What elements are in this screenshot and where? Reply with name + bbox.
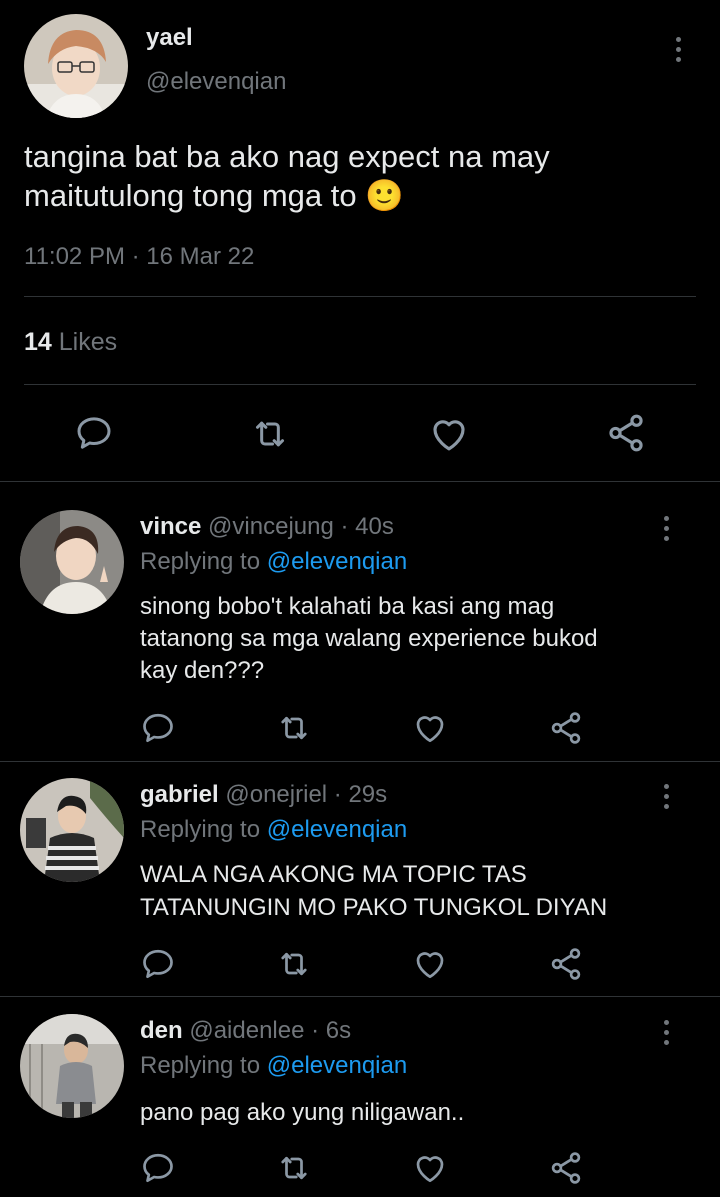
more-options-icon[interactable]: [661, 516, 671, 541]
replying-to: Replying to @elevenqian: [140, 548, 407, 576]
replying-to-label: Replying to: [140, 816, 261, 843]
divider: [0, 481, 720, 482]
replying-to-link[interactable]: @elevenqian: [267, 548, 407, 575]
reply-icon[interactable]: [74, 413, 114, 453]
reply-header: den @aidenlee · 6s: [140, 1017, 351, 1045]
replying-to: Replying to @elevenqian: [140, 816, 407, 844]
reply-text-line: kay den???: [140, 657, 265, 684]
reply-text: pano pag ako yung niligawan..: [140, 1096, 464, 1129]
like-icon[interactable]: [428, 413, 470, 455]
retweet-icon[interactable]: [276, 710, 312, 746]
avatar-photo-icon: [20, 1014, 124, 1118]
reply-icon[interactable]: [140, 946, 176, 982]
reply-age: · 6s: [311, 1017, 352, 1044]
tweet-text: tangina bat ba ako nag expect na may mai…: [24, 139, 550, 213]
tweet-time: 11:02 PM: [24, 243, 125, 270]
divider: [24, 296, 696, 297]
avatar-photo-icon: [20, 510, 124, 614]
display-name[interactable]: gabriel: [140, 781, 219, 808]
avatar[interactable]: [20, 510, 124, 614]
share-icon[interactable]: [605, 412, 647, 454]
handle[interactable]: @elevenqian: [146, 68, 286, 96]
like-icon[interactable]: [412, 1150, 448, 1186]
avatar[interactable]: [20, 1014, 124, 1118]
display-name[interactable]: yael: [146, 24, 193, 52]
reply-age: · 29s: [333, 781, 388, 808]
replying-to-link[interactable]: @elevenqian: [267, 816, 407, 843]
handle[interactable]: @aidenlee: [189, 1017, 304, 1044]
share-icon[interactable]: [548, 710, 584, 746]
avatar[interactable]: [24, 14, 128, 118]
replying-to: Replying to @elevenqian: [140, 1052, 407, 1080]
tweet-timestamp: 11:02 PM · 16 Mar 22: [24, 243, 254, 271]
divider: [24, 384, 696, 385]
more-options-icon[interactable]: [661, 1020, 671, 1045]
share-icon[interactable]: [548, 946, 584, 982]
divider: [0, 761, 720, 762]
retweet-icon[interactable]: [276, 1150, 312, 1186]
retweet-icon[interactable]: [250, 414, 290, 454]
reply-text: WALA NGA AKONG MA TOPIC TAS TATANUNGIN M…: [140, 858, 607, 924]
reply-text-line: pano pag ako yung niligawan..: [140, 1099, 465, 1126]
likes-label: Likes: [58, 328, 118, 356]
reply-age: · 40s: [340, 513, 394, 540]
reply-icon[interactable]: [140, 710, 176, 746]
reply-header: gabriel @onejriel · 29s: [140, 781, 387, 809]
likes-count: 14: [24, 328, 52, 356]
like-icon[interactable]: [412, 710, 448, 746]
reply-text-line: TATANUNGIN MO PAKO TUNGKOL DIYAN: [140, 894, 608, 921]
tweet-date: 16 Mar 22: [146, 243, 255, 270]
replying-to-link[interactable]: @elevenqian: [267, 1052, 407, 1079]
likes-stat[interactable]: 14 Likes: [24, 328, 117, 357]
display-name[interactable]: vince: [140, 513, 201, 540]
avatar[interactable]: [20, 778, 124, 882]
avatar-photo-icon: [24, 14, 128, 118]
divider: [0, 996, 720, 997]
reply-text-line: sinong bobo't kalahati ba kasi ang mag: [140, 593, 555, 620]
handle[interactable]: @onejriel: [225, 781, 327, 808]
separator: ·: [131, 243, 140, 270]
display-name[interactable]: den: [140, 1017, 183, 1044]
reply-header: vince @vincejung · 40s: [140, 513, 394, 541]
reply-text-line: tatanong sa mga walang experience bukod: [140, 625, 598, 652]
reply-text: sinong bobo't kalahati ba kasi ang mag t…: [140, 591, 598, 687]
more-options-icon[interactable]: [673, 37, 683, 62]
replying-to-label: Replying to: [140, 1052, 261, 1079]
handle[interactable]: @vincejung: [208, 513, 334, 540]
reply-text-line: WALA NGA AKONG MA TOPIC TAS: [140, 861, 527, 888]
replying-to-label: Replying to: [140, 548, 261, 575]
avatar-photo-icon: [20, 778, 124, 882]
retweet-icon[interactable]: [276, 946, 312, 982]
like-icon[interactable]: [412, 946, 448, 982]
more-options-icon[interactable]: [661, 784, 671, 809]
share-icon[interactable]: [548, 1150, 584, 1186]
reply-icon[interactable]: [140, 1150, 176, 1186]
